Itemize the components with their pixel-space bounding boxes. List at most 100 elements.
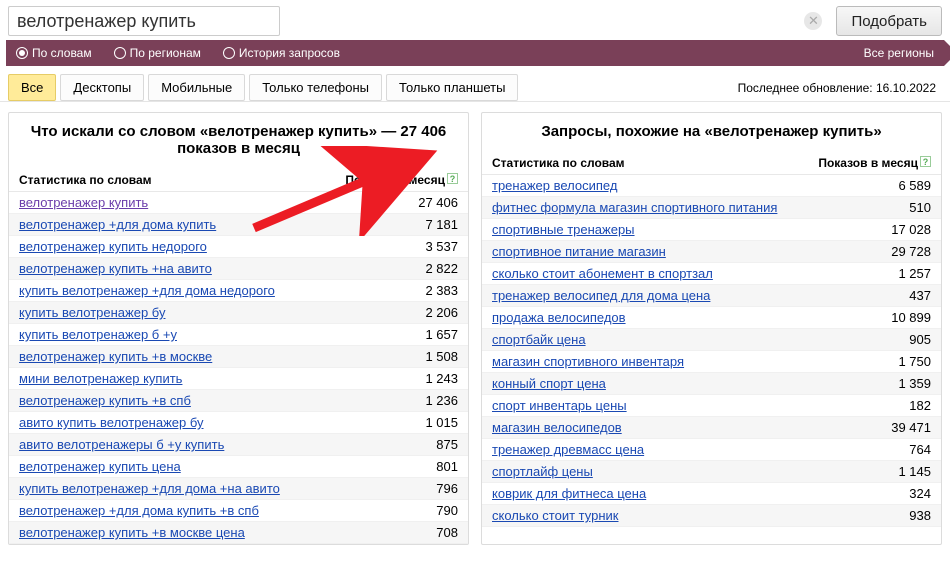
- keyword-link[interactable]: магазин велосипедов: [492, 420, 831, 435]
- left-rows: велотренажер купить27 406велотренажер +д…: [9, 192, 468, 544]
- keyword-link[interactable]: велотренажер купить +в москве цена: [19, 525, 358, 540]
- tab-desktops[interactable]: Десктопы: [60, 74, 144, 101]
- table-row: велотренажер купить +в москве цена708: [9, 522, 468, 544]
- table-row: спортивное питание магазин29 728: [482, 241, 941, 263]
- keyword-link[interactable]: спортивное питание магазин: [492, 244, 831, 259]
- count-value: 1 236: [358, 393, 458, 408]
- table-row: мини велотренажер купить1 243: [9, 368, 468, 390]
- keyword-link[interactable]: сколько стоит турник: [492, 508, 831, 523]
- count-value: 6 589: [831, 178, 931, 193]
- count-value: 1 145: [831, 464, 931, 479]
- count-value: 905: [831, 332, 931, 347]
- left-table-head: Статистика по словам Показов в месяц?: [9, 169, 468, 192]
- table-row: сколько стоит турник938: [482, 505, 941, 527]
- count-value: 764: [831, 442, 931, 457]
- count-value: 790: [358, 503, 458, 518]
- left-panel-title: Что искали со словом «велотренажер купит…: [9, 113, 468, 169]
- table-row: авито велотренажеры б +у купить875: [9, 434, 468, 456]
- radio-history[interactable]: История запросов: [223, 46, 340, 60]
- keyword-link[interactable]: велотренажер купить +на авито: [19, 261, 358, 276]
- keyword-link[interactable]: купить велотренажер б +у: [19, 327, 358, 342]
- keyword-link[interactable]: фитнес формула магазин спортивного питан…: [492, 200, 831, 215]
- table-row: велотренажер купить недорого3 537: [9, 236, 468, 258]
- keyword-link[interactable]: велотренажер купить +в москве: [19, 349, 358, 364]
- table-row: велотренажер купить +в спб1 236: [9, 390, 468, 412]
- radio-by-regions[interactable]: По регионам: [114, 46, 201, 60]
- tab-tablets-only[interactable]: Только планшеты: [386, 74, 518, 101]
- all-regions-link[interactable]: Все регионы: [864, 46, 934, 60]
- keyword-link[interactable]: спортлайф цены: [492, 464, 831, 479]
- count-value: 708: [358, 525, 458, 540]
- keyword-link[interactable]: велотренажер купить: [19, 195, 358, 210]
- keyword-link[interactable]: велотренажер купить недорого: [19, 239, 358, 254]
- table-row: магазин спортивного инвентаря1 750: [482, 351, 941, 373]
- help-icon[interactable]: ?: [920, 156, 931, 167]
- radio-group: По словам По регионам История запросов: [16, 46, 340, 60]
- count-value: 801: [358, 459, 458, 474]
- radio-by-words[interactable]: По словам: [16, 46, 92, 60]
- keyword-link[interactable]: тренажер велосипед для дома цена: [492, 288, 831, 303]
- submit-button[interactable]: Подобрать: [836, 6, 942, 36]
- keyword-link[interactable]: купить велотренажер +для дома +на авито: [19, 481, 358, 496]
- count-value: 796: [358, 481, 458, 496]
- table-row: магазин велосипедов39 471: [482, 417, 941, 439]
- radio-label: По словам: [32, 46, 92, 60]
- table-row: спортивные тренажеры17 028: [482, 219, 941, 241]
- keyword-link[interactable]: продажа велосипедов: [492, 310, 831, 325]
- keyword-link[interactable]: спортбайк цена: [492, 332, 831, 347]
- table-row: велотренажер купить27 406: [9, 192, 468, 214]
- count-value: 938: [831, 508, 931, 523]
- keyword-link[interactable]: магазин спортивного инвентаря: [492, 354, 831, 369]
- keyword-link[interactable]: тренажер велосипед: [492, 178, 831, 193]
- search-row: ✕ Подобрать: [0, 0, 950, 40]
- col-count-text: Показов в месяц: [818, 156, 918, 170]
- table-row: тренажер велосипед для дома цена437: [482, 285, 941, 307]
- count-value: 2 383: [358, 283, 458, 298]
- right-table-head: Статистика по словам Показов в месяц?: [482, 152, 941, 175]
- table-row: велотренажер купить цена801: [9, 456, 468, 478]
- help-icon[interactable]: ?: [447, 173, 458, 184]
- keyword-link[interactable]: конный спорт цена: [492, 376, 831, 391]
- table-row: велотренажер купить +в москве1 508: [9, 346, 468, 368]
- radio-dot-icon: [16, 47, 28, 59]
- table-row: коврик для фитнеса цена324: [482, 483, 941, 505]
- clear-icon[interactable]: ✕: [804, 12, 822, 30]
- keyword-link[interactable]: сколько стоит абонемент в спортзал: [492, 266, 831, 281]
- count-value: 2 206: [358, 305, 458, 320]
- count-value: 2 822: [358, 261, 458, 276]
- table-row: тренажер древмасс цена764: [482, 439, 941, 461]
- count-value: 437: [831, 288, 931, 303]
- count-value: 39 471: [831, 420, 931, 435]
- count-value: 17 028: [831, 222, 931, 237]
- keyword-link[interactable]: велотренажер +для дома купить +в спб: [19, 503, 358, 518]
- keyword-link[interactable]: купить велотренажер +для дома недорого: [19, 283, 358, 298]
- tab-phones-only[interactable]: Только телефоны: [249, 74, 382, 101]
- keyword-link[interactable]: велотренажер купить цена: [19, 459, 358, 474]
- keyword-link[interactable]: коврик для фитнеса цена: [492, 486, 831, 501]
- keyword-link[interactable]: спорт инвентарь цены: [492, 398, 831, 413]
- keyword-link[interactable]: мини велотренажер купить: [19, 371, 358, 386]
- keyword-link[interactable]: авито купить велотренажер бу: [19, 415, 358, 430]
- table-row: тренажер велосипед6 589: [482, 175, 941, 197]
- table-row: конный спорт цена1 359: [482, 373, 941, 395]
- count-value: 510: [831, 200, 931, 215]
- count-value: 1 243: [358, 371, 458, 386]
- keyword-link[interactable]: велотренажер купить +в спб: [19, 393, 358, 408]
- search-input[interactable]: [8, 6, 280, 36]
- col-stat-header: Статистика по словам: [19, 173, 328, 187]
- table-row: купить велотренажер +для дома +на авито7…: [9, 478, 468, 500]
- radio-dot-icon: [223, 47, 235, 59]
- keyword-link[interactable]: тренажер древмасс цена: [492, 442, 831, 457]
- tabs-row: Все Десктопы Мобильные Только телефоны Т…: [0, 66, 950, 102]
- table-row: велотренажер +для дома купить7 181: [9, 214, 468, 236]
- tab-all[interactable]: Все: [8, 74, 56, 101]
- keyword-link[interactable]: авито велотренажеры б +у купить: [19, 437, 358, 452]
- tab-mobiles[interactable]: Мобильные: [148, 74, 245, 101]
- keyword-link[interactable]: велотренажер +для дома купить: [19, 217, 358, 232]
- keyword-link[interactable]: спортивные тренажеры: [492, 222, 831, 237]
- col-stat-header: Статистика по словам: [492, 156, 801, 170]
- radio-label: История запросов: [239, 46, 340, 60]
- keyword-link[interactable]: купить велотренажер бу: [19, 305, 358, 320]
- count-value: 324: [831, 486, 931, 501]
- count-value: 7 181: [358, 217, 458, 232]
